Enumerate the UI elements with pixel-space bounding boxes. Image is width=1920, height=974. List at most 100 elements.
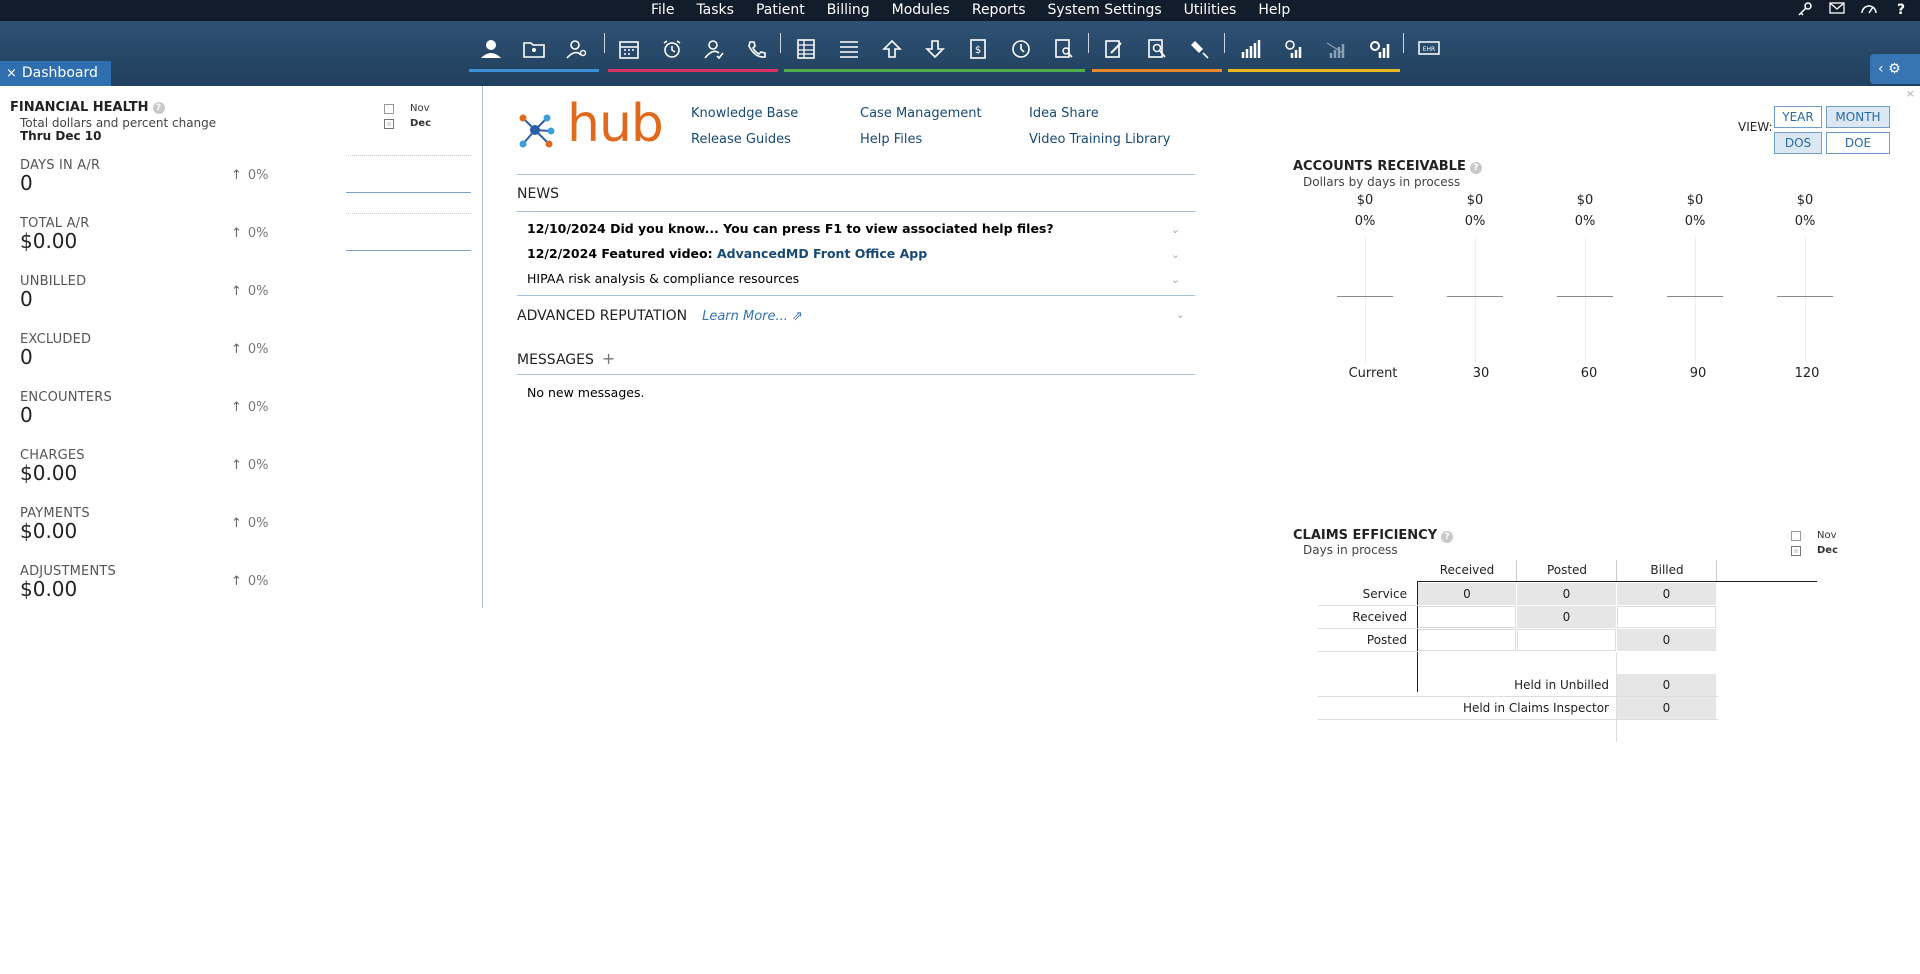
menu-billing[interactable]: Billing [816, 1, 881, 20]
upload-icon[interactable] [870, 31, 913, 67]
news-item[interactable]: 12/2/2024 Featured video: AdvancedMD Fro… [527, 246, 927, 261]
link-release-guides[interactable]: Release Guides [691, 132, 791, 147]
metric-payments[interactable]: PAYMENTS $0.00 ↑ 0% [20, 506, 290, 543]
user-check-icon[interactable] [693, 31, 736, 67]
clock-icon[interactable] [999, 31, 1042, 67]
news-link[interactable]: AdvancedMD Front Office App [717, 246, 927, 261]
claims-cell[interactable]: 0 [1517, 583, 1616, 605]
external-link-icon[interactable]: ⇗ [792, 309, 803, 324]
held-unbilled-value[interactable]: 0 [1617, 674, 1716, 696]
menu-patient[interactable]: Patient [745, 1, 816, 20]
arrow-up-icon: ↑ [231, 342, 242, 357]
download-icon[interactable] [913, 31, 956, 67]
claims-cell[interactable]: 0 [1617, 629, 1716, 651]
view-year-button[interactable]: YEAR [1774, 106, 1822, 128]
bar-chart-icon[interactable] [1228, 31, 1271, 67]
chevron-down-icon[interactable]: ⌄ [1176, 308, 1185, 321]
metric-adjustments[interactable]: ADJUSTMENTS $0.00 ↑ 0% [20, 564, 290, 601]
news-title: NEWS [517, 186, 560, 202]
metric-total-ar[interactable]: TOTAL A/R $0.00 ↑ 0% [20, 216, 290, 253]
user-search-icon[interactable] [555, 31, 598, 67]
invoice-icon[interactable]: $ [956, 31, 999, 67]
ar-column-120[interactable]: $0 0% 120 [1765, 193, 1845, 381]
ar-category: 120 [1794, 366, 1820, 381]
folder-icon[interactable] [512, 31, 555, 67]
ar-column-60[interactable]: $0 0% 60 [1545, 193, 1625, 381]
financial-health-panel: FINANCIAL HEALTH? Total dollars and perc… [0, 86, 483, 608]
phone-icon[interactable] [736, 31, 779, 67]
claims-cell[interactable]: 0 [1418, 583, 1516, 605]
view-doe-button[interactable]: DOE [1826, 132, 1890, 154]
held-claims-inspector-value[interactable]: 0 [1617, 697, 1716, 719]
ar-amount: $0 [1356, 193, 1374, 208]
learn-more-link[interactable]: Learn More... [702, 309, 788, 324]
mail-icon[interactable] [1828, 1, 1846, 19]
chart-check-icon[interactable] [1271, 31, 1314, 67]
advanced-reputation-title: ADVANCED REPUTATION Learn More... ⇗ [517, 308, 803, 324]
legend-dec-swatch[interactable] [1791, 545, 1801, 556]
link-help-files[interactable]: Help Files [860, 132, 922, 147]
collapse-panel-button[interactable]: ‹ ⚙ [1870, 54, 1920, 84]
metric-days-in-ar[interactable]: DAYS IN A/R 0 ↑ 0% [20, 158, 290, 195]
document-search-icon[interactable] [1042, 31, 1085, 67]
metric-charges[interactable]: CHARGES $0.00 ↑ 0% [20, 448, 290, 485]
menu-modules[interactable]: Modules [881, 1, 961, 20]
link-idea-share[interactable]: Idea Share [1029, 106, 1099, 121]
legend-dec-swatch[interactable] [384, 118, 394, 129]
ar-amount: $0 [1796, 193, 1814, 208]
ar-bar [1557, 296, 1613, 297]
add-message-icon[interactable]: + [602, 349, 615, 368]
tab-dashboard[interactable]: × Dashboard [0, 61, 111, 86]
chevron-down-icon[interactable]: ⌄ [1171, 273, 1180, 286]
help-circle-icon[interactable]: ? [1441, 531, 1454, 543]
close-icon[interactable]: × [1906, 87, 1915, 100]
news-item[interactable]: 12/10/2024 Did you know... You can press… [527, 221, 1054, 236]
edit-doc-icon[interactable] [1092, 31, 1135, 67]
link-video-training-library[interactable]: Video Training Library [1029, 132, 1170, 147]
ehr-icon[interactable]: EHR [1407, 31, 1450, 67]
metric-unbilled[interactable]: UNBILLED 0 ↑ 0% [20, 274, 290, 311]
chart-down-icon[interactable] [1314, 31, 1357, 67]
news-item[interactable]: HIPAA risk analysis & compliance resourc… [527, 271, 799, 286]
speedometer-icon[interactable] [1860, 1, 1878, 19]
legend-nov-swatch[interactable] [1791, 530, 1801, 541]
chart-gear-icon[interactable] [1357, 31, 1400, 67]
ar-column-90[interactable]: $0 0% 90 [1655, 193, 1735, 381]
financial-thru-date: Thru Dec 10 [20, 129, 102, 143]
key-icon[interactable] [1796, 1, 1814, 19]
patient-icon[interactable] [469, 31, 512, 67]
help-icon[interactable]: ? [1892, 1, 1910, 19]
ar-column-30[interactable]: $0 0% 30 [1435, 193, 1515, 381]
view-dos-button[interactable]: DOS [1774, 132, 1822, 154]
link-knowledge-base[interactable]: Knowledge Base [691, 106, 798, 121]
tab-close-button[interactable]: × [6, 66, 17, 81]
metric-excluded[interactable]: EXCLUDED 0 ↑ 0% [20, 332, 290, 369]
held-claims-inspector-label: Held in Claims Inspector [1462, 701, 1609, 715]
alarm-icon[interactable] [651, 31, 694, 67]
report-search-icon[interactable] [1135, 31, 1178, 67]
list-icon[interactable] [827, 31, 870, 67]
chevron-down-icon[interactable]: ⌄ [1171, 223, 1180, 236]
menu-utilities[interactable]: Utilities [1173, 1, 1248, 20]
metric-change: ↑ 0% [231, 226, 269, 241]
link-case-management[interactable]: Case Management [860, 106, 982, 121]
menu-reports[interactable]: Reports [961, 1, 1037, 20]
help-circle-icon[interactable]: ? [1469, 162, 1482, 174]
menu-system-settings[interactable]: System Settings [1037, 1, 1173, 20]
legend-nov-swatch[interactable] [384, 103, 394, 114]
claims-cell[interactable]: 0 [1517, 606, 1616, 628]
chevron-down-icon[interactable]: ⌄ [1171, 248, 1180, 261]
toolbar-group-claims [1092, 27, 1222, 72]
menu-file[interactable]: File [640, 1, 685, 20]
menu-tasks[interactable]: Tasks [685, 1, 745, 20]
satellite-icon[interactable] [1178, 31, 1221, 67]
metric-encounters[interactable]: ENCOUNTERS 0 ↑ 0% [20, 390, 290, 427]
help-circle-icon[interactable]: ? [152, 102, 165, 114]
ar-category: 90 [1689, 366, 1707, 381]
claims-cell[interactable]: 0 [1617, 583, 1716, 605]
menu-help[interactable]: Help [1247, 1, 1301, 20]
ar-column-current[interactable]: $0 0% Current [1325, 193, 1405, 381]
ledger-icon[interactable] [784, 31, 827, 67]
calendar-icon[interactable] [608, 31, 651, 67]
view-month-button[interactable]: MONTH [1826, 106, 1890, 128]
